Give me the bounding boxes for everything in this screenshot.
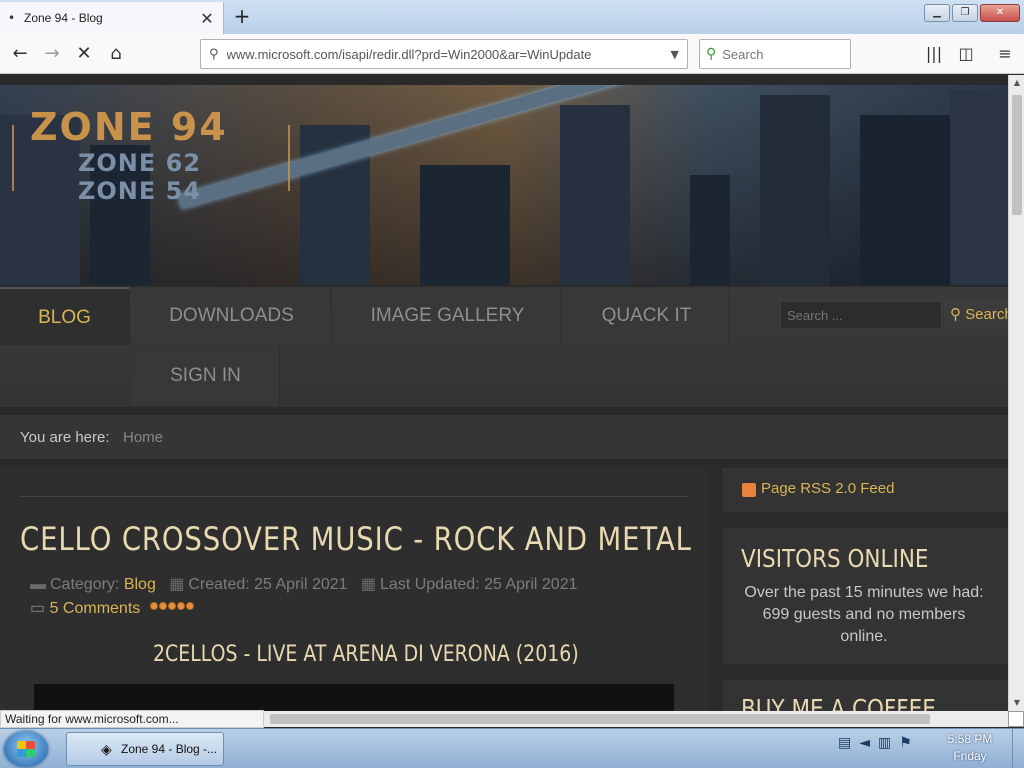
breadcrumb-home-link[interactable]: Home [123, 429, 163, 446]
taskbar-item-label: Zone 94 - Blog -... [121, 742, 218, 756]
taskbar-item-browser[interactable]: ◈ Zone 94 - Blog -... [66, 732, 224, 766]
tab-title: Zone 94 - Blog [24, 11, 103, 25]
visitors-module: VISITORS ONLINE Over the past 15 minutes… [722, 528, 1008, 664]
breadcrumb-label: You are here: [20, 429, 110, 446]
scroll-thumb[interactable] [1012, 95, 1022, 215]
logo-subtitle-2: ZONE 54 [78, 177, 202, 205]
clock-time: 5:58 PM [947, 732, 993, 746]
browser-search-input[interactable] [722, 46, 833, 62]
rss-icon [742, 483, 756, 497]
logo-subtitle-1: ZONE 62 [78, 149, 202, 177]
start-button[interactable] [4, 731, 48, 767]
library-icon[interactable]: ||| [922, 42, 946, 66]
site-banner: ZONE 94 ZONE 62 ZONE 54 [0, 85, 1008, 285]
comments-link[interactable]: ▭ 5 Comments [30, 598, 140, 618]
video-heading: 2CELLOS - LIVE AT ARENA DI VERONA (2016) [153, 642, 579, 667]
home-icon[interactable]: ⌂ [104, 42, 128, 66]
status-bar: Waiting for www.microsoft.com... [0, 710, 264, 728]
tab-bar: • Zone 94 - Blog ✕ + ▁ ❐ ✕ [0, 0, 1024, 34]
comments-label: 5 Comments [49, 600, 141, 617]
volume-icon[interactable]: ◄ [859, 735, 870, 751]
new-tab-button[interactable]: + [230, 4, 254, 28]
coffee-module: BUY ME A COFFEE [722, 680, 1008, 711]
scroll-corner [1008, 711, 1024, 727]
tab-close-icon[interactable]: ✕ [199, 9, 215, 28]
page-viewport: ZONE 94 ZONE 62 ZONE 54 BLOG DOWNLOADS I… [0, 75, 1008, 711]
rating-stars[interactable] [150, 602, 194, 610]
visitors-text: Over the past 15 minutes we had: 699 gue… [744, 584, 984, 645]
browser-search-box[interactable]: ⚲ [699, 39, 851, 69]
forward-arrow-icon[interactable]: → [40, 42, 64, 66]
rating-star-icon[interactable] [159, 602, 167, 610]
folder-icon: ▬ [30, 576, 46, 593]
menu-item-image-gallery[interactable]: IMAGE GALLERY [334, 287, 562, 345]
video-embed[interactable] [34, 684, 674, 711]
article-meta: ▬ Category: Blog ▦ Created: 25 April 2021 … [30, 574, 578, 594]
flag-icon[interactable]: ⚑ [899, 735, 912, 751]
browser-tab[interactable]: • Zone 94 - Blog ✕ [0, 2, 224, 34]
article-column: CELLO CROSSOVER MUSIC - ROCK AND METAL ▬… [0, 468, 708, 711]
coffee-title: BUY ME A COFFEE [741, 694, 936, 711]
menu-item-blog[interactable]: BLOG [0, 287, 130, 345]
menu-item-quack-it[interactable]: QUACK IT [564, 287, 730, 345]
search-icon: ⚲ [950, 306, 961, 323]
system-tray: ▤ ◄ ▥ ⚑ [838, 735, 912, 751]
close-window-button[interactable]: ✕ [980, 4, 1020, 22]
visitors-title: VISITORS ONLINE [741, 544, 929, 573]
network-icon[interactable]: ▥ [878, 735, 891, 751]
rating-star-icon[interactable] [168, 602, 176, 610]
horizontal-scrollbar[interactable] [264, 711, 1008, 727]
calendar-icon: ▦ [169, 576, 185, 593]
menu-item-sign-in[interactable]: SIGN IN [132, 347, 280, 405]
vertical-scrollbar[interactable]: ▲ ▼ [1008, 75, 1024, 711]
rating-star-icon[interactable] [186, 602, 194, 610]
windows-logo-icon [17, 741, 35, 757]
rating-star-icon[interactable] [177, 602, 185, 610]
site-search-button-label: Search [965, 306, 1008, 323]
breadcrumb: You are here: Home [0, 415, 1008, 459]
navigation-toolbar: ← → ✕ ⌂ ⚲ www.microsoft.com/isapi/redir.… [0, 34, 1024, 74]
site-search-button[interactable]: ⚲ Search [944, 301, 1008, 329]
back-arrow-icon[interactable]: ← [8, 42, 32, 66]
search-icon: ⚲ [209, 46, 219, 62]
show-desktop-button[interactable] [1012, 729, 1024, 768]
restore-button[interactable]: ❐ [952, 4, 978, 22]
menu-hamburger-icon[interactable]: ≡ [993, 42, 1017, 66]
rss-module: Page RSS 2.0 Feed [722, 468, 1008, 512]
tab-favicon-icon: • [8, 11, 16, 25]
sidebar-icon[interactable]: ◫ [954, 42, 978, 66]
clock-day: Friday [953, 749, 987, 763]
comment-icon: ▭ [30, 600, 46, 617]
created-date: Created: 25 April 2021 [188, 576, 348, 593]
divider [20, 496, 688, 497]
window-controls: ▁ ❐ ✕ [924, 4, 1020, 22]
keyboard-icon[interactable]: ▤ [838, 735, 851, 751]
address-bar[interactable]: ⚲ www.microsoft.com/isapi/redir.dll?prd=… [200, 39, 688, 69]
calendar-icon: ▦ [360, 576, 377, 593]
rss-feed-link[interactable]: Page RSS 2.0 Feed [761, 480, 894, 497]
horizontal-scroll-thumb[interactable] [270, 714, 930, 724]
search-engine-icon[interactable]: ⚲ [706, 46, 716, 62]
category-label: Category: [50, 576, 120, 593]
taskbar: ◈ Zone 94 - Blog -... ▤ ◄ ▥ ⚑ 5:58 PM Fr… [0, 728, 1024, 768]
scroll-up-icon[interactable]: ▲ [1009, 75, 1024, 91]
menu-item-downloads[interactable]: DOWNLOADS [132, 287, 332, 345]
url-text[interactable]: www.microsoft.com/isapi/redir.dll?prd=Wi… [227, 47, 671, 62]
minimize-button[interactable]: ▁ [924, 4, 950, 22]
clock[interactable]: 5:58 PM Friday [940, 731, 1000, 765]
scroll-down-icon[interactable]: ▼ [1009, 695, 1024, 711]
stop-icon[interactable]: ✕ [72, 42, 96, 66]
rating-star-icon[interactable] [150, 602, 158, 610]
site-logo[interactable]: ZONE 94 [30, 105, 228, 149]
updated-date: Last Updated: 25 April 2021 [380, 576, 578, 593]
category-link[interactable]: Blog [124, 576, 156, 593]
chevron-down-icon[interactable]: ▼ [671, 48, 679, 61]
site-menu: BLOG DOWNLOADS IMAGE GALLERY QUACK IT SI… [0, 287, 1008, 407]
firefox-icon: ◈ [101, 740, 112, 757]
article-title[interactable]: CELLO CROSSOVER MUSIC - ROCK AND METAL [20, 520, 692, 558]
site-search-input[interactable] [780, 301, 942, 329]
